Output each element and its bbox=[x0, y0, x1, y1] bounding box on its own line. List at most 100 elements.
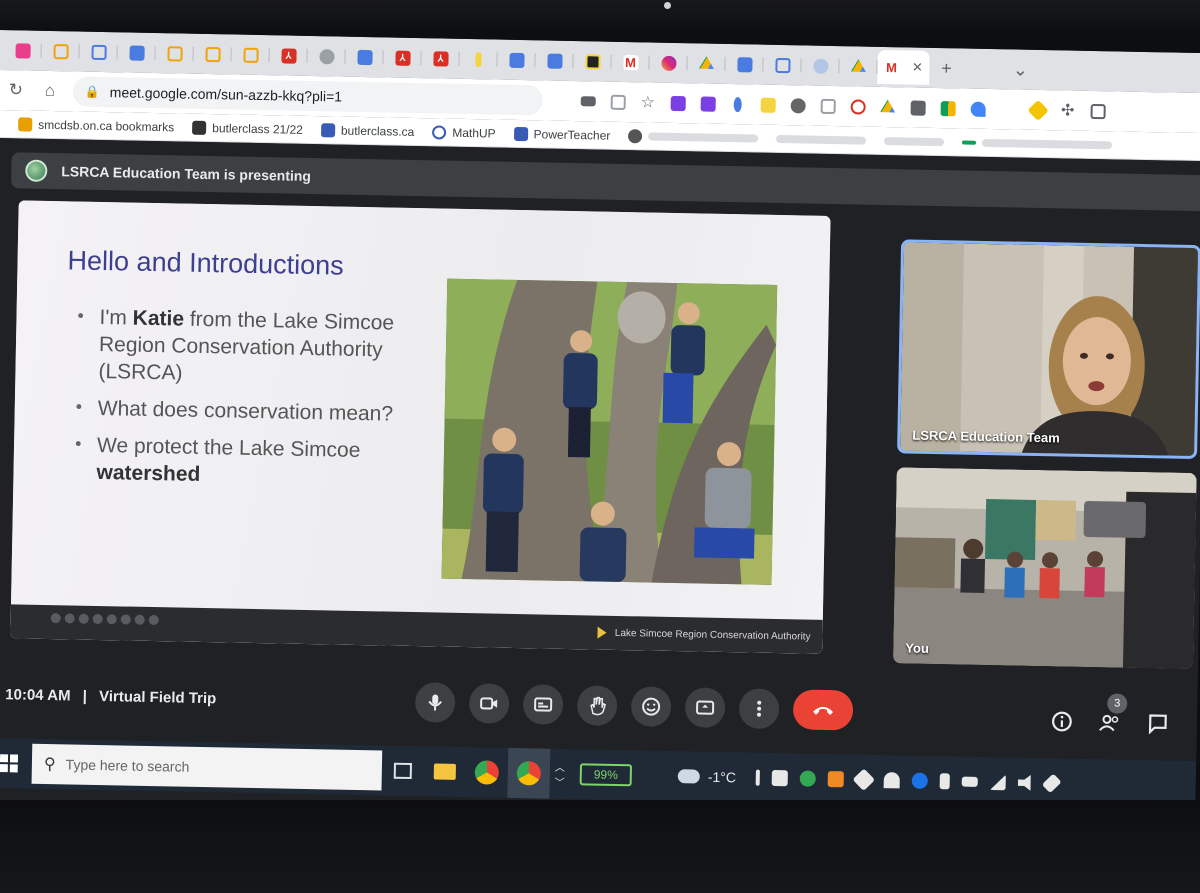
browser-tab[interactable]: M bbox=[611, 47, 650, 78]
browser-tab[interactable] bbox=[573, 46, 612, 77]
extension-button[interactable] bbox=[752, 89, 783, 120]
file-icon[interactable] bbox=[771, 769, 789, 787]
slide-control-button[interactable] bbox=[106, 614, 117, 625]
browser-tab[interactable] bbox=[117, 37, 156, 68]
pen-icon[interactable] bbox=[755, 769, 761, 786]
bookmark-item[interactable]: butlerclass 21/22 bbox=[192, 120, 303, 136]
raise-hand-button[interactable] bbox=[576, 685, 618, 726]
browser-tab[interactable] bbox=[345, 42, 384, 73]
meeting-info-button[interactable] bbox=[1047, 706, 1078, 737]
taskbar-scroll[interactable]: ︿ ﹀ bbox=[549, 749, 570, 799]
file-explorer-button[interactable] bbox=[423, 746, 466, 797]
more-options-button[interactable] bbox=[738, 688, 780, 730]
bookmark-star-button[interactable]: ☆ bbox=[632, 87, 663, 118]
reactions-button[interactable] bbox=[630, 686, 672, 728]
share-button[interactable] bbox=[602, 87, 633, 118]
tab-search-button[interactable]: ⌄ bbox=[1003, 54, 1038, 85]
bookmark-item[interactable]: MathUP bbox=[432, 124, 496, 140]
slide-control-button[interactable] bbox=[50, 613, 61, 624]
browser-tab[interactable]: ⅄ bbox=[383, 42, 422, 73]
app-icon[interactable] bbox=[883, 772, 901, 789]
bookmark-item[interactable]: PowerTeacher bbox=[513, 126, 610, 142]
browser-tab[interactable] bbox=[193, 39, 232, 70]
bluetooth-icon[interactable] bbox=[911, 772, 929, 789]
bookmark-item[interactable] bbox=[962, 138, 1113, 149]
battery-indicator[interactable]: 99% bbox=[579, 763, 633, 787]
participant-tile-self[interactable]: You bbox=[893, 467, 1197, 670]
chrome-button[interactable] bbox=[465, 747, 508, 798]
extension-button[interactable] bbox=[692, 88, 723, 119]
app-icon[interactable] bbox=[827, 771, 845, 788]
slide-control-button[interactable] bbox=[148, 614, 159, 626]
bookmark-item[interactable] bbox=[884, 136, 945, 146]
home-button[interactable]: ⌂ bbox=[33, 81, 67, 102]
extension-button[interactable] bbox=[1022, 95, 1053, 126]
weather-widget[interactable]: -1°C bbox=[677, 768, 736, 785]
task-view-button[interactable] bbox=[381, 745, 424, 796]
tools-icon[interactable] bbox=[1041, 773, 1062, 794]
participant-tile-presenter[interactable]: LSRCA Education Team bbox=[897, 239, 1200, 460]
browser-tab[interactable]: ⅄ bbox=[269, 40, 308, 71]
usb-icon[interactable] bbox=[939, 773, 951, 790]
slide-control-button[interactable] bbox=[64, 613, 75, 624]
wifi-icon[interactable] bbox=[990, 774, 1006, 790]
close-tab-icon[interactable]: ✕ bbox=[912, 60, 923, 76]
extension-button[interactable] bbox=[902, 92, 933, 123]
browser-tab[interactable] bbox=[763, 50, 802, 81]
chat-button[interactable] bbox=[1143, 708, 1174, 739]
extension-button[interactable] bbox=[662, 88, 693, 119]
browser-tab[interactable] bbox=[687, 48, 726, 79]
new-tab-button[interactable]: + bbox=[929, 53, 964, 84]
address-bar[interactable]: 🔒 meet.google.com/sun-azzb-kkq?pli=1 bbox=[72, 76, 544, 116]
extension-button[interactable] bbox=[962, 93, 993, 124]
microphone-button[interactable] bbox=[414, 682, 456, 723]
browser-tab[interactable] bbox=[307, 41, 346, 72]
side-panel-button[interactable] bbox=[1082, 96, 1113, 127]
browser-tab[interactable] bbox=[535, 45, 574, 76]
extension-button[interactable] bbox=[812, 91, 843, 122]
browser-tab[interactable]: ⅄ bbox=[421, 43, 460, 74]
extension-button[interactable] bbox=[722, 89, 753, 120]
bookmark-item[interactable]: butlerclass.ca bbox=[320, 122, 414, 138]
browser-tab[interactable] bbox=[801, 50, 840, 81]
chrome-active-button[interactable] bbox=[507, 747, 551, 799]
extension-button[interactable] bbox=[872, 92, 903, 123]
bookmark-item[interactable] bbox=[628, 128, 759, 145]
extension-button[interactable] bbox=[932, 93, 963, 124]
people-button[interactable]: 3 bbox=[1095, 693, 1128, 738]
keyboard-icon[interactable] bbox=[961, 776, 979, 787]
slide-control-button[interactable] bbox=[92, 613, 103, 625]
slide-control-button[interactable] bbox=[78, 613, 89, 624]
slides-icon bbox=[166, 45, 183, 61]
browser-tab-active[interactable]: M ✕ bbox=[877, 49, 930, 85]
app-icon[interactable] bbox=[852, 768, 876, 792]
browser-tab[interactable] bbox=[41, 36, 80, 67]
extension-button[interactable] bbox=[782, 90, 813, 121]
browser-tab[interactable] bbox=[459, 44, 498, 75]
extensions-menu-button[interactable]: ✣ bbox=[1052, 95, 1083, 126]
browser-tab[interactable] bbox=[79, 37, 118, 68]
slide-control-button[interactable] bbox=[134, 614, 145, 625]
browser-tab[interactable] bbox=[3, 35, 42, 66]
browser-tab[interactable] bbox=[725, 49, 764, 80]
browser-tab[interactable] bbox=[839, 51, 878, 82]
camera-button[interactable] bbox=[468, 683, 510, 724]
cast-button[interactable] bbox=[572, 86, 603, 117]
browser-tab[interactable] bbox=[155, 38, 194, 69]
browser-tab[interactable] bbox=[231, 39, 270, 70]
presentation-slide[interactable]: Hello and Introductions I'm Katie from t… bbox=[10, 200, 831, 654]
browser-tab[interactable] bbox=[649, 47, 688, 78]
start-button[interactable] bbox=[0, 738, 32, 789]
browser-tab[interactable] bbox=[497, 45, 536, 76]
extension-button[interactable] bbox=[842, 91, 873, 122]
leave-call-button[interactable] bbox=[792, 689, 854, 731]
app-icon[interactable] bbox=[799, 770, 817, 787]
reload-button[interactable]: ↻ bbox=[0, 80, 33, 101]
captions-button[interactable] bbox=[522, 684, 564, 725]
slide-control-button[interactable] bbox=[120, 614, 131, 625]
speaker-icon[interactable] bbox=[1018, 775, 1034, 791]
present-screen-button[interactable] bbox=[684, 687, 726, 729]
bookmark-item[interactable]: smcdsb.on.ca bookmarks bbox=[18, 116, 174, 134]
taskbar-search-box[interactable]: ⚲ Type here to search bbox=[31, 743, 383, 791]
bookmark-item[interactable] bbox=[776, 134, 867, 145]
